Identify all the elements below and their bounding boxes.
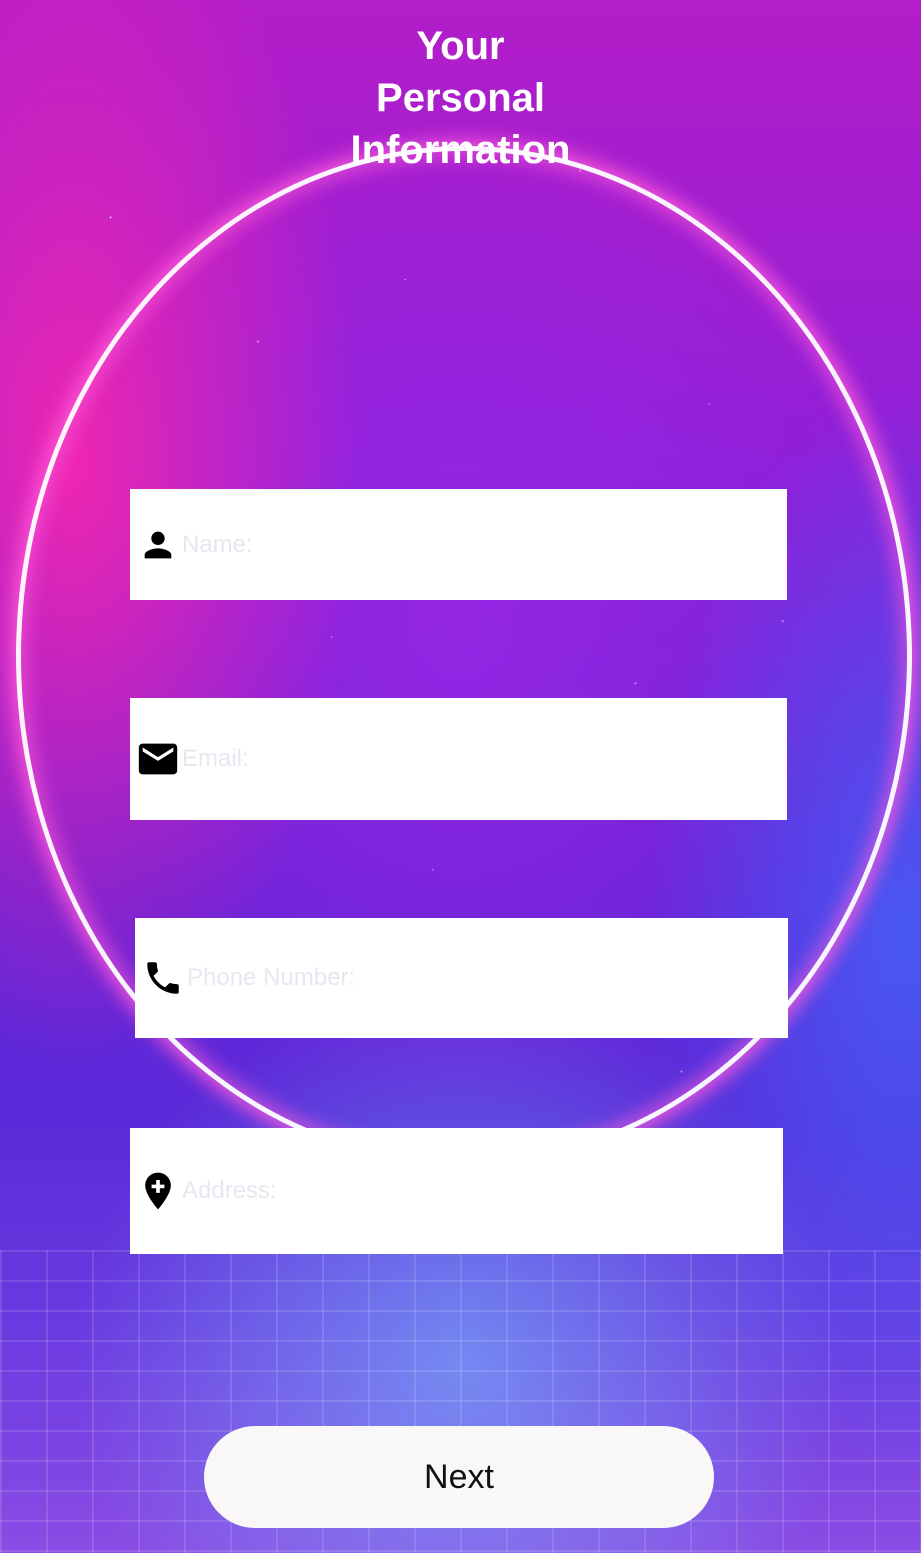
name-input[interactable] [182, 489, 787, 600]
person-icon [134, 521, 182, 569]
page-title-line-3: Information [350, 128, 571, 172]
address-field[interactable] [130, 1128, 783, 1254]
address-input[interactable] [182, 1128, 783, 1254]
phone-input[interactable] [187, 918, 788, 1038]
name-field[interactable] [130, 489, 787, 600]
next-button[interactable]: Next [204, 1426, 714, 1528]
phone-field[interactable] [135, 918, 788, 1038]
phone-icon [139, 954, 187, 1002]
page-title-line-1: Your [416, 24, 505, 68]
email-input[interactable] [182, 698, 787, 820]
mail-icon [134, 735, 182, 783]
location-add-icon [134, 1167, 182, 1215]
page-title-line-2: Personal [376, 76, 545, 120]
page-title: Your Personal Information [0, 20, 921, 176]
email-field[interactable] [130, 698, 787, 820]
